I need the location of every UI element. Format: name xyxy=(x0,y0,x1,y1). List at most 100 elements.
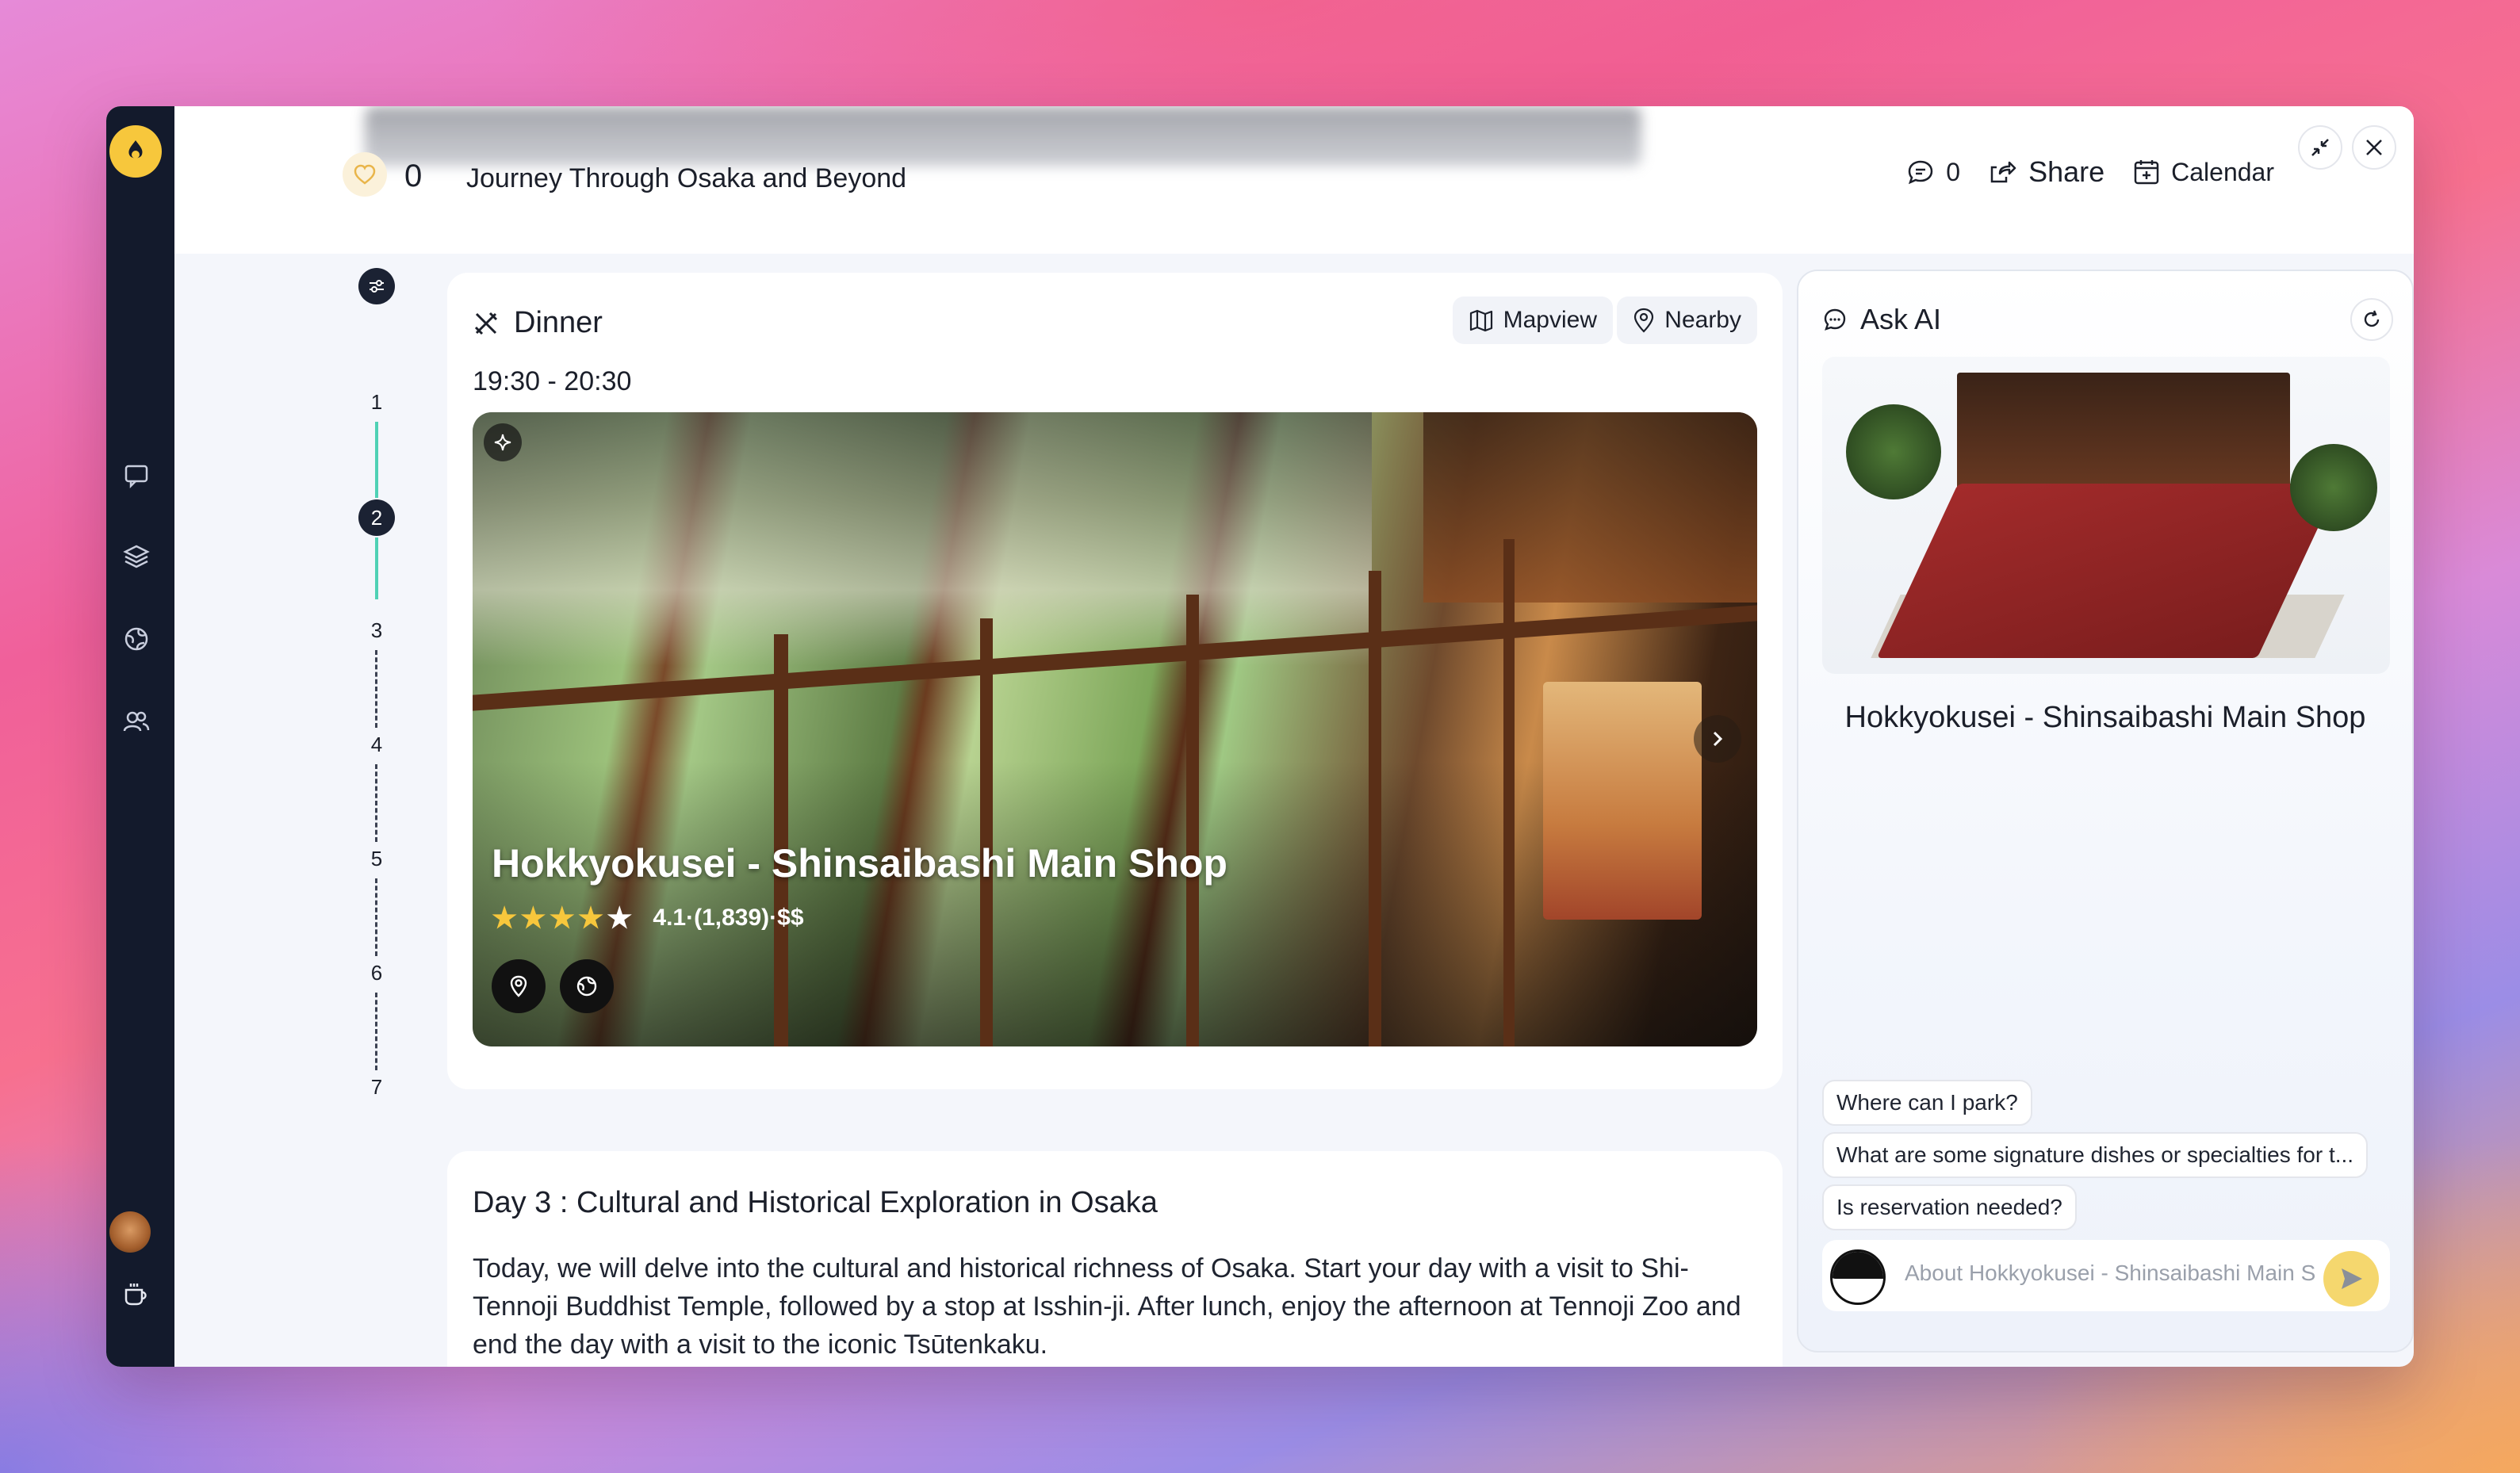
star-filled-icon: ★ xyxy=(492,901,518,934)
layers-icon[interactable] xyxy=(121,541,152,572)
timeline-step-1[interactable]: 1 xyxy=(358,390,395,415)
activity-card: Dinner Mapview Nearby 19:30 - 20:30 Hokk… xyxy=(447,273,1783,1089)
suggestion-chip[interactable]: What are some signature dishes or specia… xyxy=(1822,1132,2369,1178)
minimize-button[interactable] xyxy=(2298,125,2342,170)
photo-frame-post xyxy=(1503,539,1515,1046)
users-icon[interactable] xyxy=(121,706,152,737)
comment-icon xyxy=(1909,160,1933,185)
ask-ai-input-bar[interactable]: About Hokkyokusei - Shinsaibashi Main S xyxy=(1822,1240,2390,1311)
nearby-button[interactable]: Nearby xyxy=(1617,297,1757,344)
app-logo[interactable] xyxy=(109,125,162,178)
timeline-dash xyxy=(375,764,377,842)
chat-bubble-icon xyxy=(1824,308,1846,331)
photo-roof-shape xyxy=(473,412,1372,666)
timeline-step-2-active[interactable]: 2 xyxy=(358,499,395,536)
star-filled-icon: ★ xyxy=(577,901,604,934)
ask-ai-input[interactable]: About Hokkyokusei - Shinsaibashi Main S xyxy=(1905,1261,2317,1286)
share-button[interactable]: Share xyxy=(1989,155,2104,189)
ai-image-floor xyxy=(1876,484,2339,658)
suggestion-chip[interactable]: Where can I park? xyxy=(1822,1080,2032,1126)
location-pin-icon xyxy=(510,975,527,997)
send-button[interactable] xyxy=(2323,1251,2379,1307)
globe-icon[interactable] xyxy=(121,623,152,655)
sidebar-rail xyxy=(106,106,174,1367)
timeline-dash xyxy=(375,878,377,956)
timeline-progress-line-2 xyxy=(375,538,378,599)
share-icon xyxy=(1990,161,2016,183)
photo-place-name: Hokkyokusei - Shinsaibashi Main Shop xyxy=(492,841,1227,886)
comments-button[interactable]: 0 xyxy=(1906,158,1960,187)
day-description: Today, we will delve into the cultural a… xyxy=(473,1253,1741,1360)
timeline-filter-button[interactable] xyxy=(358,268,395,304)
photo-frame-post xyxy=(1186,595,1199,1046)
ai-image-plant xyxy=(1846,404,1941,499)
heart-icon xyxy=(354,164,376,185)
photo-next-button[interactable] xyxy=(1694,715,1741,763)
collapse-icon xyxy=(2311,139,2329,156)
photo-room-shape xyxy=(1543,682,1702,920)
comments-count: 0 xyxy=(1946,157,1961,186)
location-pin-icon xyxy=(1634,308,1654,333)
top-actions: 0 Share Calendar xyxy=(1906,155,2274,189)
place-photo[interactable]: Hokkyokusei - Shinsaibashi Main Shop ★ ★ ★… xyxy=(473,412,1757,1046)
ai-place-name: Hokkyokusei - Shinsaibashi Main Shop xyxy=(1844,701,2366,734)
like-count: 0 xyxy=(404,159,423,193)
rating-meta: 4.1·(1,839)·$$ xyxy=(653,905,804,931)
activity-category: Dinner xyxy=(514,306,603,339)
day-summary-card: Day 3 : Cultural and Historical Explorat… xyxy=(447,1151,1783,1367)
timeline-step-3[interactable]: 3 xyxy=(358,618,395,643)
close-button[interactable] xyxy=(2352,125,2396,170)
photo-frame-post xyxy=(1369,571,1381,1046)
timeline-progress-line xyxy=(375,422,378,498)
chevron-right-icon xyxy=(1713,731,1723,747)
user-avatar[interactable] xyxy=(109,1211,151,1253)
calendar-icon xyxy=(2134,160,2159,185)
top-bar: 0 Journey Through Osaka and Beyond 0 Sha… xyxy=(174,106,2414,254)
activity-time: 19:30 - 20:30 xyxy=(473,366,632,396)
mapview-button[interactable]: Mapview xyxy=(1452,297,1613,344)
photo-ceiling-shape xyxy=(1423,412,1757,603)
star-filled-icon: ★ xyxy=(520,901,546,934)
mapview-label: Mapview xyxy=(1503,307,1597,333)
photo-location-button[interactable] xyxy=(492,959,546,1013)
refresh-button[interactable] xyxy=(2350,298,2393,341)
ask-ai-title: Ask AI xyxy=(1860,303,1942,335)
send-icon xyxy=(2342,1268,2362,1289)
like-button[interactable] xyxy=(343,152,387,197)
photo-frame-post xyxy=(980,618,993,1046)
timeline-dash xyxy=(375,650,377,728)
photo-globe-button[interactable] xyxy=(560,959,614,1013)
main-area: 0 Journey Through Osaka and Beyond 0 Sha… xyxy=(174,106,2414,1367)
trip-title: Journey Through Osaka and Beyond xyxy=(466,163,907,193)
refresh-icon xyxy=(2364,310,2380,327)
app-window: 0 Journey Through Osaka and Beyond 0 Sha… xyxy=(106,106,2414,1367)
timeline-step-5[interactable]: 5 xyxy=(358,847,395,871)
ai-generated-image xyxy=(1822,357,2390,674)
sparkle-badge[interactable] xyxy=(484,423,522,461)
chat-icon[interactable] xyxy=(121,460,152,492)
calendar-button[interactable]: Calendar xyxy=(2133,158,2274,187)
rating-stars: ★ ★ ★ ★ ★ xyxy=(492,904,632,932)
close-icon xyxy=(2366,140,2382,155)
globe-icon xyxy=(576,976,597,997)
ask-ai-header: Ask AI xyxy=(1822,303,1941,336)
coffee-icon[interactable] xyxy=(121,1278,152,1310)
ask-ai-panel: Ask AI Hokkyokusei - Shinsaibashi Main S… xyxy=(1797,270,2414,1352)
timeline-step-7[interactable]: 7 xyxy=(358,1075,395,1100)
timeline-step-4[interactable]: 4 xyxy=(358,733,395,757)
sliders-icon xyxy=(370,280,384,293)
suggestion-chip[interactable]: Is reservation needed? xyxy=(1822,1184,2077,1230)
activity-header: Dinner xyxy=(473,306,603,340)
ai-image-plant xyxy=(2290,444,2377,531)
sparkle-icon xyxy=(494,434,511,451)
map-icon xyxy=(1469,309,1492,332)
nearby-label: Nearby xyxy=(1664,307,1741,333)
avatar-hair-shape xyxy=(1833,1252,1883,1279)
blurred-header-strip xyxy=(365,106,1641,166)
timeline-step-6[interactable]: 6 xyxy=(358,961,395,985)
star-filled-icon: ★ xyxy=(549,901,575,934)
share-label: Share xyxy=(2028,155,2105,188)
place-rating: ★ ★ ★ ★ ★ 4.1·(1,839)·$$ xyxy=(492,904,804,932)
timeline-dash xyxy=(375,993,377,1070)
ai-image-wall xyxy=(1957,373,2290,499)
